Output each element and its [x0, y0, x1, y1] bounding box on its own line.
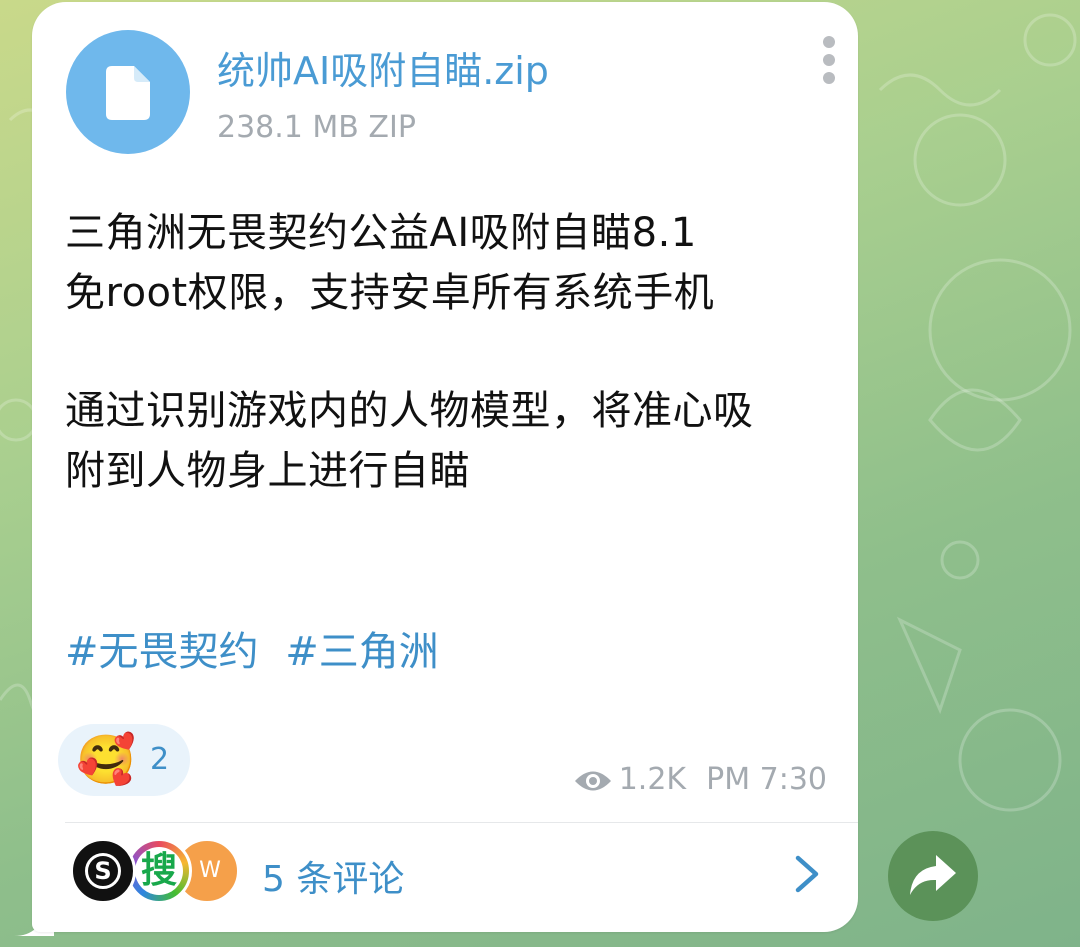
chevron-right-icon[interactable] — [792, 854, 822, 894]
hashtag-link[interactable]: #无畏契约 — [65, 629, 259, 675]
message-text-line: 三角洲无畏契约公益AI吸附自瞄8.1 — [65, 210, 697, 256]
share-button[interactable] — [888, 831, 978, 921]
file-name[interactable]: 统帅AI吸附自瞄.zip — [217, 40, 549, 95]
document-icon — [106, 66, 150, 120]
message-text-line: 通过识别游戏内的人物模型，将准心吸 — [65, 388, 754, 434]
message-text-line: 附到人物身上进行自瞄 — [65, 448, 470, 494]
message-bubble: 统帅AI吸附自瞄.zip 238.1 MB ZIP 三角洲无畏契约公益AI吸附自… — [32, 2, 858, 932]
avatar: S — [70, 838, 136, 904]
message-time: PM 7:30 — [706, 762, 827, 797]
file-size: 238.1 MB ZIP — [217, 110, 416, 145]
file-download-button[interactable] — [66, 30, 190, 154]
commenter-avatars[interactable]: W 搜 S — [70, 838, 250, 908]
more-options-icon[interactable] — [820, 36, 838, 86]
view-count: 1.2K — [618, 762, 687, 797]
reaction-count: 2 — [150, 742, 170, 777]
hashtag-link[interactable]: #三角洲 — [285, 629, 439, 675]
share-arrow-icon — [910, 855, 956, 895]
comments-link[interactable]: 5 条评论 — [262, 850, 404, 902]
hashtag-row: #无畏契约 #三角洲 — [65, 619, 453, 677]
message-meta: 1.2K PM 7:30 — [562, 762, 827, 802]
message-text-line: 免root权限，支持安卓所有系统手机 — [65, 270, 715, 316]
smiling-hearts-emoji: 🥰 — [76, 732, 136, 788]
reaction-chip[interactable]: 🥰 2 — [58, 724, 190, 796]
eye-icon — [574, 771, 611, 790]
divider — [65, 822, 858, 823]
